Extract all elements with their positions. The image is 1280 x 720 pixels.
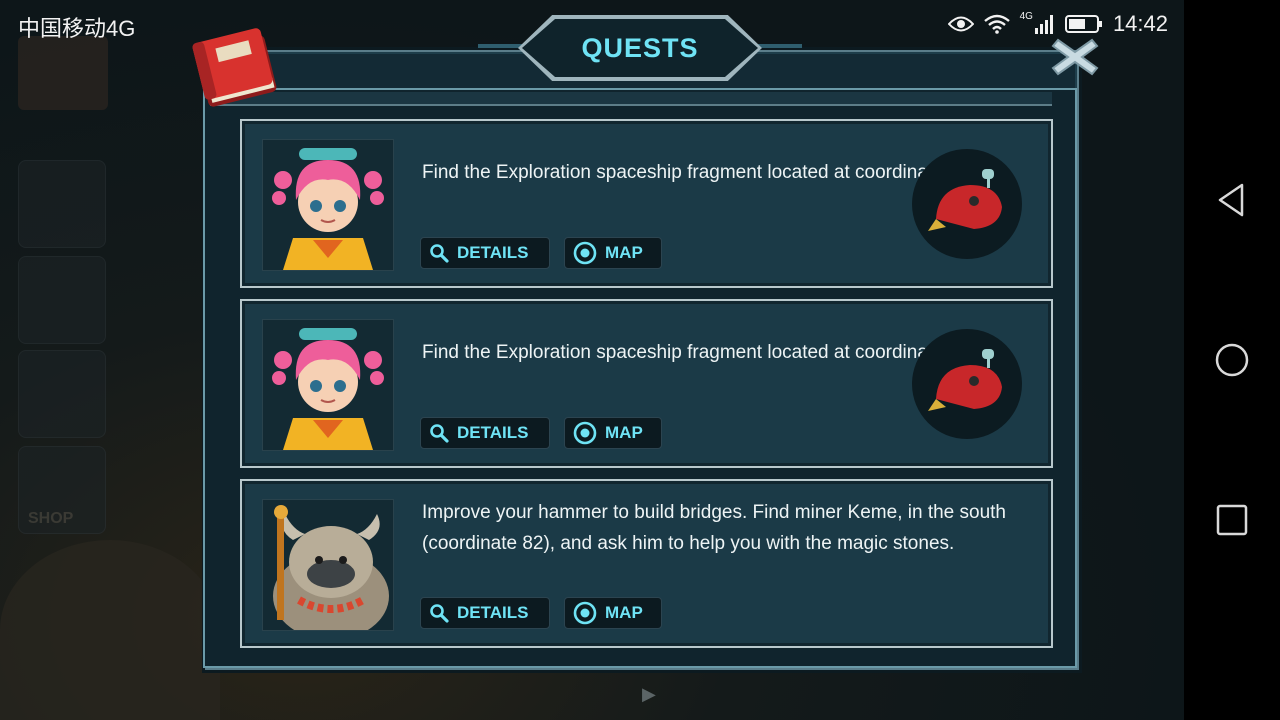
play-icon: ▶ [642, 684, 656, 704]
details-label: DETAILS [457, 243, 529, 262]
home-icon[interactable] [1214, 342, 1250, 378]
magnifier-icon [430, 604, 449, 623]
quest-card: Find the Exploration spaceship fragment … [240, 119, 1053, 288]
target-icon [573, 421, 597, 445]
map-label: MAP [605, 243, 643, 262]
title-ornament [478, 44, 522, 48]
panel-title: QUESTS [581, 32, 699, 63]
pink-haired-girl-icon [263, 140, 393, 270]
back-icon[interactable] [1214, 182, 1250, 218]
quest-card: Improve your hammer to build bridges. Fi… [240, 479, 1053, 648]
book-icon [192, 28, 277, 107]
target-icon [573, 601, 597, 625]
furry-miner-icon [263, 500, 393, 630]
details-label: DETAILS [457, 423, 529, 442]
quest-giver-portrait [262, 139, 394, 271]
map-label: MAP [605, 603, 643, 622]
clock: 14:42 [1112, 11, 1168, 36]
side-menu-icon [18, 256, 106, 344]
signal-icon [1034, 15, 1053, 34]
target-icon [573, 241, 597, 265]
details-button[interactable]: DETAILS [420, 237, 550, 269]
spaceship-fragment-icon [928, 169, 1002, 231]
side-menu-icon [18, 160, 106, 248]
battery-icon [1064, 15, 1102, 33]
quest-giver-portrait [262, 499, 394, 631]
details-button[interactable]: DETAILS [420, 417, 550, 449]
quest-card: Find the Exploration spaceship fragment … [240, 299, 1053, 468]
map-button[interactable]: MAP [564, 597, 662, 629]
title-plate: QUESTS [522, 19, 758, 77]
details-button[interactable]: DETAILS [420, 597, 550, 629]
carrier-name: 中国移动4G [18, 16, 136, 41]
title-ornament [758, 44, 802, 48]
eye-icon [947, 16, 974, 32]
recents-icon[interactable] [1214, 502, 1250, 538]
quest-reward [912, 149, 1022, 259]
network-type: 4G [1019, 10, 1033, 22]
details-label: DETAILS [457, 603, 529, 622]
close-icon[interactable] [1050, 34, 1100, 80]
quest-giver-portrait [262, 319, 394, 451]
magnifier-icon [430, 244, 449, 263]
map-button[interactable]: MAP [564, 417, 662, 449]
magnifier-icon [430, 424, 449, 443]
shop-label: SHOP [28, 510, 74, 527]
side-menu-icon [18, 350, 106, 438]
quest-reward [912, 329, 1022, 439]
list-top-edge [210, 92, 1052, 106]
android-nav-bar [1184, 0, 1280, 720]
wifi-icon [983, 14, 1010, 34]
pink-haired-girl-icon [263, 320, 393, 450]
map-button[interactable]: MAP [564, 237, 662, 269]
quest-description: Improve your hammer to build bridges. Fi… [422, 502, 1006, 554]
map-label: MAP [605, 423, 643, 442]
background-creature [0, 540, 220, 720]
spaceship-fragment-icon [928, 349, 1002, 411]
